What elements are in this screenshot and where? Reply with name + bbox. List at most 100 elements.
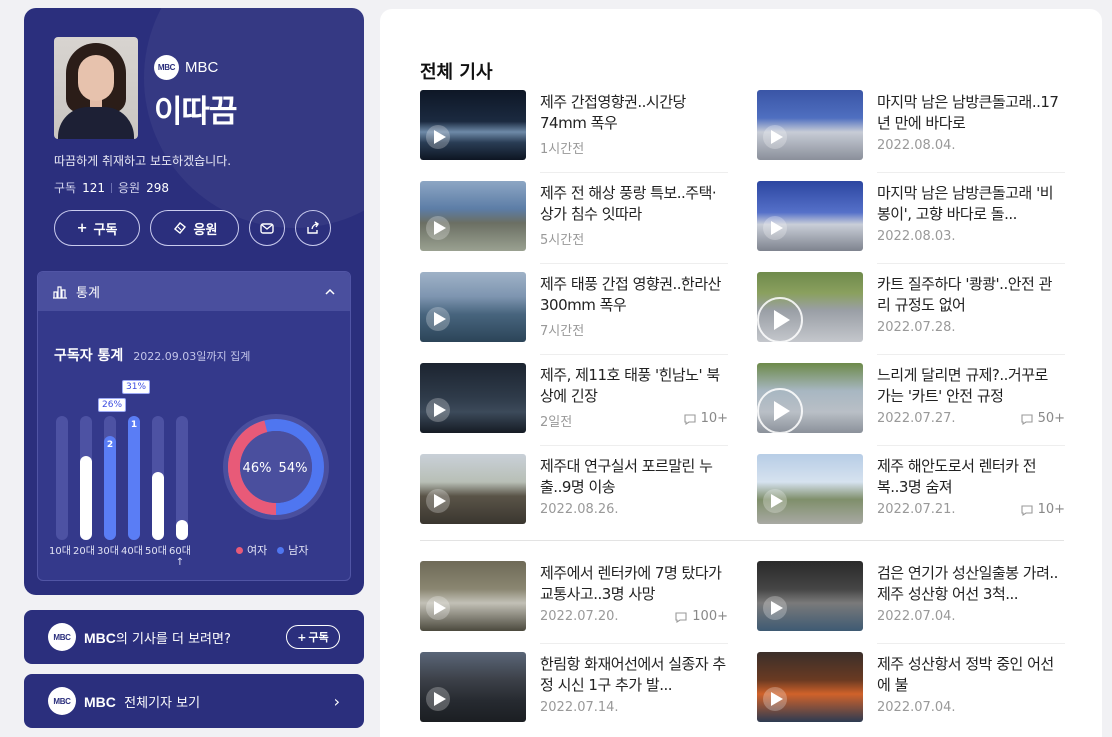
count-divider — [111, 182, 112, 193]
article-title[interactable]: 마지막 남은 남방큰돌고래..17년 만에 바다로 — [877, 92, 1065, 134]
article-card[interactable]: 마지막 남은 남방큰돌고래..17년 만에 바다로 2022.08.04. — [757, 90, 1065, 180]
article-card[interactable]: 제주에서 렌터카에 7명 탔다가 교통사고..3명 사망 2022.07.20.… — [420, 561, 728, 651]
article-title[interactable]: 마지막 남은 남방큰돌고래 '비봉이', 고향 바다로 돌... — [877, 183, 1065, 225]
article-thumbnail[interactable] — [757, 363, 863, 433]
article-card[interactable]: 제주, 제11호 태풍 '힌남노' 북상에 긴장 2일전 10+ — [420, 363, 728, 453]
article-thumbnail[interactable] — [420, 363, 526, 433]
bar-track-20s — [80, 416, 92, 540]
rank-30s: 2 — [106, 440, 114, 450]
article-thumbnail[interactable] — [757, 561, 863, 631]
comment-count-value: 10+ — [700, 411, 728, 426]
article-thumbnail[interactable] — [757, 181, 863, 251]
comment-count-value: 50+ — [1037, 411, 1065, 426]
article-thumbnail[interactable] — [420, 272, 526, 342]
article-title[interactable]: 느리게 달리면 규제?..거꾸로 가는 '카트' 안전 규정 — [877, 365, 1065, 407]
article-card[interactable]: 제주 성산항서 정박 중인 어선에 불 2022.07.04. — [757, 652, 1065, 737]
article-separator — [540, 643, 728, 644]
article-title[interactable]: 카트 질주하다 '쾅쾅'..안전 관리 규정도 없어 — [877, 274, 1065, 316]
comment-icon — [684, 413, 696, 425]
promo-subscribe-label: 구독 — [308, 631, 329, 644]
article-card[interactable]: 제주대 연구실서 포르말린 누출..9명 이송 2022.08.26. — [420, 454, 728, 544]
article-separator — [540, 354, 728, 355]
play-icon — [426, 687, 450, 711]
article-card[interactable]: 제주 간접영향권..시간당 74mm 폭우 1시간전 — [420, 90, 728, 180]
comment-count: 50+ — [1020, 411, 1065, 426]
legend-female-label: 여자 — [247, 544, 268, 557]
share-button[interactable] — [295, 210, 331, 246]
stats-toggle[interactable]: 통계 — [38, 272, 350, 311]
subscribe-button[interactable]: + 구독 — [54, 210, 140, 246]
bar-60s — [176, 520, 188, 540]
article-card[interactable]: 제주 전 해상 풍랑 특보..주택·상가 침수 잇따라 5시간전 — [420, 181, 728, 271]
article-title[interactable]: 제주에서 렌터카에 7명 탔다가 교통사고..3명 사망 — [540, 563, 728, 605]
article-card[interactable]: 제주 해안도로서 렌터카 전복..3명 숨져 2022.07.21. 10+ — [757, 454, 1065, 544]
legend-male-label: 남자 — [288, 544, 309, 557]
bar-20s — [80, 456, 92, 540]
bar-track-60s — [176, 416, 188, 540]
article-separator — [877, 172, 1065, 173]
stats-title-row: 구독자 통계 2022.09.03일까지 집계 — [54, 345, 250, 365]
article-date: 2022.08.03. — [877, 229, 956, 244]
chevron-right-icon: › — [333, 691, 340, 711]
article-list-panel: 전체 기사 제주 간접영향권..시간당 74mm 폭우 1시간전 마지막 남은 … — [380, 9, 1102, 737]
bar-track-10s — [56, 416, 68, 540]
article-title[interactable]: 한림항 화재어선에서 실종자 추정 시신 1구 추가 발... — [540, 654, 728, 696]
play-icon — [426, 307, 450, 331]
article-card[interactable]: 마지막 남은 남방큰돌고래 '비봉이', 고향 바다로 돌... 2022.08… — [757, 181, 1065, 271]
article-thumbnail[interactable] — [757, 652, 863, 722]
all-reporters-link[interactable]: MBC MBC 전체기자 보기 › — [24, 674, 364, 728]
plus-icon: + — [76, 220, 88, 236]
article-title[interactable]: 제주 전 해상 풍랑 특보..주택·상가 침수 잇따라 — [540, 183, 728, 225]
article-thumbnail[interactable] — [420, 561, 526, 631]
legend-female: 여자 — [236, 542, 267, 558]
subscribe-count: 121 — [82, 180, 105, 195]
article-title[interactable]: 제주 해안도로서 렌터카 전복..3명 숨져 — [877, 456, 1065, 498]
share-icon — [307, 221, 319, 234]
donut-label-male: 54% — [279, 461, 308, 476]
article-title[interactable]: 제주 성산항서 정박 중인 어선에 불 — [877, 654, 1065, 696]
article-date: 2022.08.04. — [877, 138, 956, 153]
play-icon — [757, 297, 803, 342]
article-date: 5시간전 — [540, 233, 585, 248]
age-label: 50대 — [145, 546, 167, 557]
article-card[interactable]: 검은 연기가 성산일출봉 가려..제주 성산항 어선 3척... 2022.07… — [757, 561, 1065, 651]
bar-chart-icon — [53, 285, 67, 299]
profile-actions: + 구독 응원 — [54, 210, 331, 246]
article-thumbnail[interactable] — [757, 454, 863, 524]
mail-icon — [260, 223, 274, 234]
bar-track-50s — [152, 416, 164, 540]
cheer-button[interactable]: 응원 — [150, 210, 239, 246]
age-axis-labels: 10대 20대 30대 40대 50대 60대↑ — [48, 542, 192, 568]
subscriber-stats-panel: 통계 구독자 통계 2022.09.03일까지 집계 2 1 26% 31% 1… — [37, 271, 351, 581]
age-label: 40대 — [121, 546, 143, 557]
article-separator — [877, 445, 1065, 446]
article-title[interactable]: 제주 태풍 간접 영향권..한라산 300mm 폭우 — [540, 274, 728, 316]
article-card[interactable]: 카트 질주하다 '쾅쾅'..안전 관리 규정도 없어 2022.07.28. — [757, 272, 1065, 362]
promo-subscribe-button[interactable]: + 구독 — [286, 625, 340, 649]
comment-count-value: 10+ — [1037, 502, 1065, 517]
article-thumbnail[interactable] — [420, 652, 526, 722]
article-title[interactable]: 제주 간접영향권..시간당 74mm 폭우 — [540, 92, 728, 134]
article-thumbnail[interactable] — [420, 454, 526, 524]
article-thumbnail[interactable] — [757, 272, 863, 342]
article-thumbnail[interactable] — [420, 90, 526, 160]
article-card[interactable]: 느리게 달리면 규제?..거꾸로 가는 '카트' 안전 규정 2022.07.2… — [757, 363, 1065, 453]
play-icon — [763, 596, 787, 620]
article-title[interactable]: 검은 연기가 성산일출봉 가려..제주 성산항 어선 3척... — [877, 563, 1065, 605]
article-thumbnail[interactable] — [420, 181, 526, 251]
play-icon — [763, 489, 787, 513]
article-date: 2022.07.28. — [877, 320, 956, 335]
article-card[interactable]: 제주 태풍 간접 영향권..한라산 300mm 폭우 7시간전 — [420, 272, 728, 362]
tag-30s: 26% — [98, 398, 127, 412]
stats-title: 구독자 통계 — [54, 348, 124, 364]
article-title[interactable]: 제주, 제11호 태풍 '힌남노' 북상에 긴장 — [540, 365, 728, 407]
article-title[interactable]: 제주대 연구실서 포르말린 누출..9명 이송 — [540, 456, 728, 498]
article-card[interactable]: 한림항 화재어선에서 실종자 추정 시신 1구 추가 발... 2022.07.… — [420, 652, 728, 737]
all-reporters-text: MBC 전체기자 보기 — [84, 693, 201, 711]
reporter-name: 이따끔 — [154, 94, 238, 130]
article-thumbnail[interactable] — [757, 90, 863, 160]
gender-legend: 여자 남자 — [236, 542, 309, 558]
play-icon — [763, 125, 787, 149]
reporter-profile-card: MBC MBC 이따끔 따끔하게 취재하고 보도하겠습니다. 구독 121 응원… — [24, 8, 364, 595]
email-button[interactable] — [249, 210, 285, 246]
